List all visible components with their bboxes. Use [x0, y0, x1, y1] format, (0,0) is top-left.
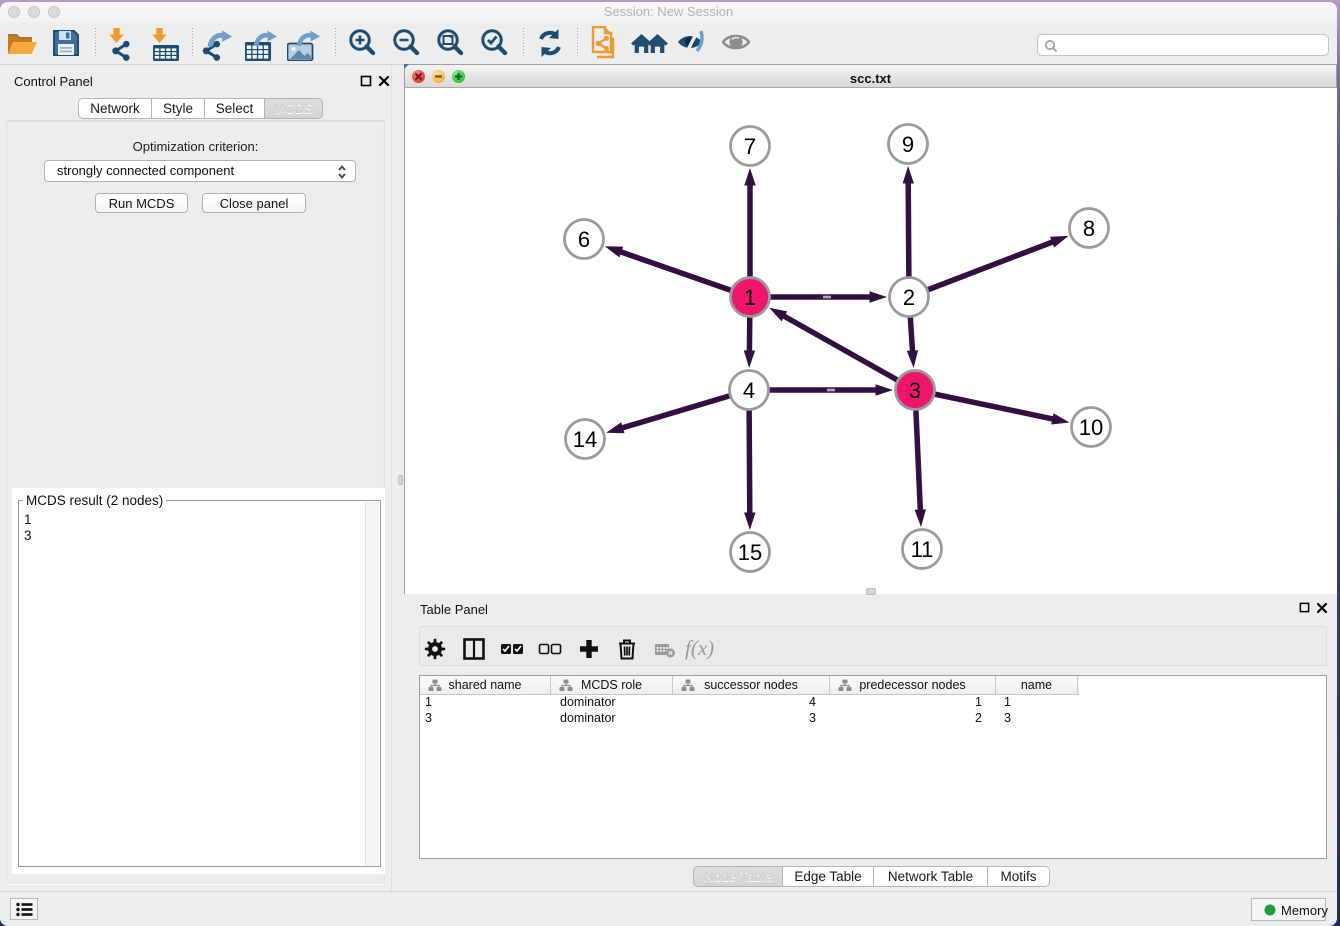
svg-text:10: 10 [1079, 415, 1103, 440]
svg-text:7: 7 [744, 134, 756, 159]
svg-text:11: 11 [911, 537, 934, 562]
svg-text:3: 3 [909, 378, 921, 403]
svg-text:15: 15 [738, 540, 762, 565]
svg-text:2: 2 [903, 285, 915, 310]
svg-text:1: 1 [744, 285, 756, 310]
svg-text:14: 14 [573, 427, 597, 452]
svg-text:4: 4 [743, 378, 755, 403]
svg-text:9: 9 [902, 132, 914, 157]
svg-text:8: 8 [1083, 216, 1095, 241]
svg-text:6: 6 [578, 227, 590, 252]
